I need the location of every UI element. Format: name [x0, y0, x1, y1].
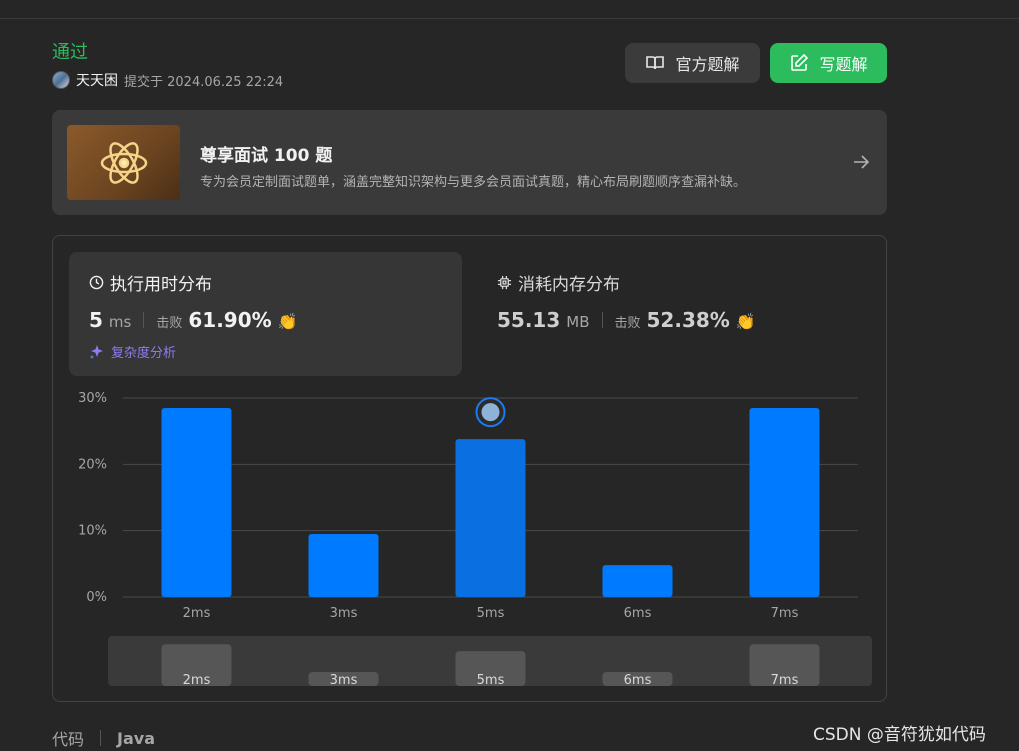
complexity-analysis-link[interactable]: 复杂度分析 — [89, 342, 176, 361]
user-name[interactable]: 天天困 — [76, 70, 118, 90]
y-tick-label: 10% — [78, 524, 107, 539]
overview-tick-label: 6ms — [624, 673, 652, 688]
status-label: 通过 — [52, 42, 88, 63]
complexity-analysis-label: 复杂度分析 — [111, 346, 177, 361]
clap-icon: 👏 — [735, 312, 756, 331]
official-solution-label: 官方题解 — [675, 55, 740, 74]
promo-title: 尊享面试 100 题 — [200, 146, 333, 166]
user-marker-avatar-face — [481, 403, 500, 422]
edit-icon — [791, 53, 809, 71]
code-language: Java — [117, 728, 155, 748]
memory-metrics: 55.13 MB 击败 52.38% 👏 — [497, 308, 756, 332]
code-section-header: 代码 Java — [52, 726, 155, 750]
atom-badge-icon — [67, 125, 180, 200]
runtime-beat-percent: 61.90% — [188, 308, 272, 332]
x-tick-label: 2ms — [183, 606, 211, 621]
metric-separator — [143, 312, 145, 328]
runtime-heading-text: 执行用时分布 — [110, 275, 212, 295]
watermark: CSDN @音符犹如代码 — [813, 725, 986, 745]
overview-tick-label: 5ms — [477, 673, 505, 688]
premium-promo-banner[interactable]: 尊享面试 100 题 专为会员定制面试题单，涵盖完整知识架构与更多会员面试真题，… — [52, 110, 887, 215]
runtime-unit: ms — [108, 313, 132, 331]
clap-icon: 👏 — [277, 312, 298, 331]
overview-tick-label: 2ms — [183, 673, 211, 688]
write-solution-label: 写题解 — [819, 55, 868, 74]
bar-7ms — [749, 407, 820, 597]
runtime-beat-label: 击败 — [156, 316, 183, 331]
code-label: 代码 — [52, 730, 85, 749]
top-divider — [0, 18, 1019, 19]
memory-value: 55.13 — [497, 308, 561, 332]
memory-beat-label: 击败 — [614, 316, 641, 331]
bar-5ms — [455, 439, 526, 597]
memory-beat-percent: 52.38% — [646, 308, 730, 332]
clock-icon — [89, 275, 104, 290]
arrow-right-icon[interactable] — [851, 152, 871, 172]
code-separator — [100, 730, 102, 746]
runtime-distribution-chart: 0% 10% 20% 30% 2ms 3ms 5ms 6ms 7ms 2ms 3ms 5ms 6ms 7m… — [53, 386, 886, 696]
overview-tick-label: 7ms — [771, 673, 799, 688]
memory-card[interactable]: 消耗内存分布 55.13 MB 击败 52.38% 👏 — [497, 252, 857, 376]
runtime-value: 5 — [89, 308, 103, 332]
official-solution-button[interactable]: 官方题解 — [625, 43, 760, 83]
runtime-heading: 执行用时分布 — [89, 270, 212, 295]
x-tick-label: 5ms — [477, 606, 505, 621]
y-tick-label: 20% — [78, 457, 107, 472]
avatar[interactable] — [52, 71, 70, 89]
bar-2ms — [161, 407, 232, 597]
memory-heading-text: 消耗内存分布 — [518, 275, 620, 295]
submission-info: 天天困 提交于 2024.06.25 22:24 — [52, 70, 283, 90]
y-tick-label: 30% — [78, 391, 107, 406]
x-tick-label: 7ms — [771, 606, 799, 621]
overview-tick-label: 3ms — [330, 673, 358, 688]
runtime-metrics: 5 ms 击败 61.90% 👏 — [89, 308, 298, 332]
performance-panel: 执行用时分布 5 ms 击败 61.90% 👏 复杂度分析 消耗内存分布 55.… — [52, 235, 887, 702]
y-tick-label: 0% — [86, 590, 107, 605]
memory-unit: MB — [566, 313, 590, 331]
bar-3ms — [308, 533, 379, 597]
bar-6ms — [602, 565, 673, 597]
chart-svg: 0% 10% 20% 30% 2ms 3ms 5ms 6ms 7ms 2ms 3ms 5ms 6ms 7m… — [78, 391, 872, 688]
submission-time: 提交于 2024.06.25 22:24 — [124, 74, 284, 90]
runtime-card[interactable]: 执行用时分布 5 ms 击败 61.90% 👏 复杂度分析 — [69, 252, 462, 376]
write-solution-button[interactable]: 写题解 — [770, 43, 887, 83]
chip-icon — [497, 275, 512, 290]
memory-heading: 消耗内存分布 — [497, 270, 620, 295]
x-tick-label: 3ms — [330, 606, 358, 621]
x-tick-label: 6ms — [624, 606, 652, 621]
book-icon — [646, 56, 665, 70]
metric-separator — [601, 312, 603, 328]
promo-description: 专为会员定制面试题单，涵盖完整知识架构与更多会员面试真题，精心布局刷题顺序查漏补… — [200, 175, 747, 190]
sparkle-icon — [90, 344, 103, 359]
